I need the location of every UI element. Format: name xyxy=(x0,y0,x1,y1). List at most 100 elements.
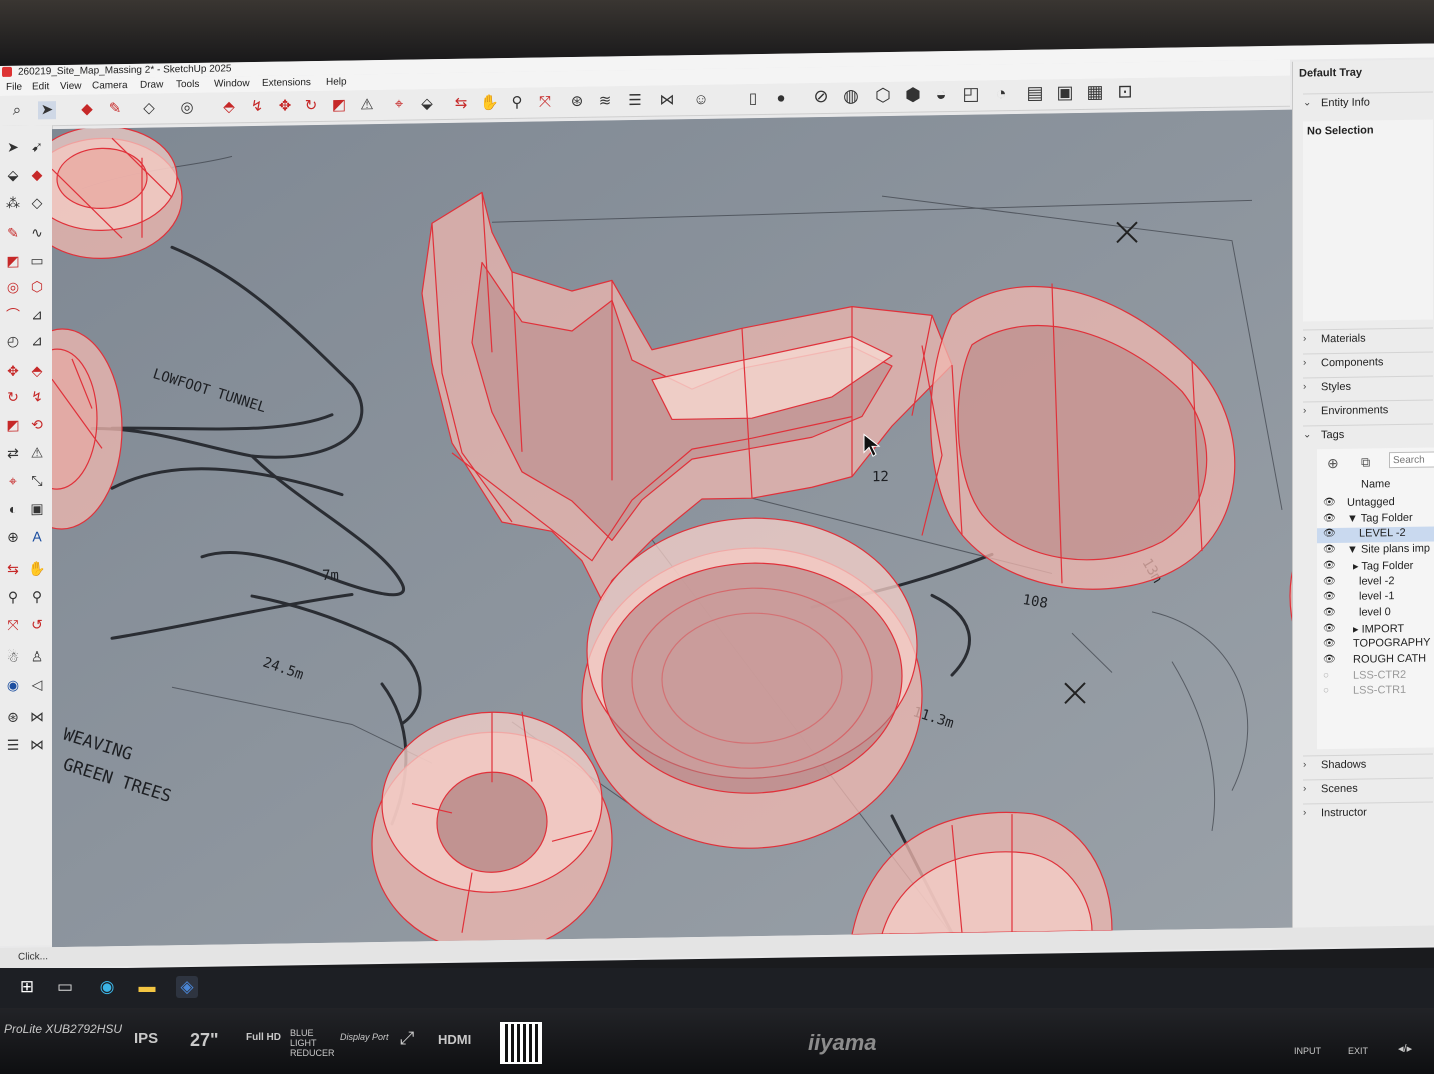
select-tool-icon[interactable]: ➤ xyxy=(4,138,22,156)
tag-search-input[interactable] xyxy=(1389,451,1434,469)
orbit-icon[interactable]: ⇆ xyxy=(452,95,470,113)
previous-view-icon[interactable]: ↺ xyxy=(28,615,46,633)
section-fill-icon[interactable]: ▣ xyxy=(1056,82,1074,102)
eraser-tool-icon[interactable]: ◆ xyxy=(28,165,46,183)
offset-icon[interactable]: ⚠ xyxy=(358,96,376,114)
panel-materials[interactable]: › Materials xyxy=(1303,327,1433,351)
style-shaded-icon[interactable]: ⬢ xyxy=(904,85,922,105)
style-hidden-line-icon[interactable]: ⬡ xyxy=(874,85,892,105)
rotate-icon[interactable]: ↻ xyxy=(302,97,320,115)
lock-icon[interactable]: ⊡ xyxy=(1116,81,1134,101)
3d-text-icon[interactable]: A xyxy=(28,527,46,545)
protractor-icon[interactable]: ◐ xyxy=(4,500,22,518)
pan-icon[interactable]: ✋ xyxy=(480,94,499,112)
offset-tool-icon[interactable]: ⟲ xyxy=(28,415,46,433)
circle-tool-icon[interactable]: ◎ xyxy=(4,278,22,296)
sandbox-icon[interactable]: ⋈ xyxy=(658,91,676,109)
zoom-extents-left-icon[interactable]: ⤧ xyxy=(4,616,22,634)
layers-left-icon[interactable]: ☰ xyxy=(4,736,22,754)
rectangle-icon[interactable]: ◇ xyxy=(140,100,158,118)
menu-extensions[interactable]: Extensions xyxy=(262,77,311,89)
scale-tool-icon[interactable]: ◩ xyxy=(4,416,22,434)
move-tool-icon[interactable]: ✥ xyxy=(4,362,22,380)
circle-icon[interactable]: ◎ xyxy=(178,99,196,117)
eye-hidden-icon[interactable]: ○ xyxy=(1323,670,1329,681)
walk-icon[interactable]: ♙ xyxy=(28,647,46,665)
eye-icon[interactable]: 👁 xyxy=(1323,528,1336,539)
panel-components[interactable]: › Components xyxy=(1303,351,1433,375)
tag-row[interactable]: 👁 level -2 xyxy=(1317,574,1434,591)
style-xray-icon[interactable]: ⊘ xyxy=(812,86,830,106)
eraser-icon[interactable]: ◆ xyxy=(78,100,96,118)
menu-edit[interactable]: Edit xyxy=(32,81,49,92)
flip-icon[interactable]: ⇄ xyxy=(4,444,22,462)
pushpull-tool-icon[interactable]: ⬘ xyxy=(28,361,46,379)
zoom-tool-icon[interactable]: ⚲ xyxy=(508,94,526,112)
menu-file[interactable]: File xyxy=(6,82,22,93)
followme-tool-icon[interactable]: ↯ xyxy=(28,387,46,405)
edge-browser-icon[interactable]: ◉ xyxy=(96,976,118,998)
eye-icon[interactable]: 👁 xyxy=(1323,560,1336,571)
sketchup-taskbar-icon[interactable]: ◈ xyxy=(176,976,198,998)
section-plane-icon[interactable]: ▤ xyxy=(1026,83,1044,103)
mass-cylinder-center[interactable] xyxy=(581,516,923,851)
monitor-input-button[interactable]: INPUT xyxy=(1294,1046,1321,1056)
lasso-icon[interactable]: ➹ xyxy=(28,137,46,155)
menu-tools[interactable]: Tools xyxy=(176,79,199,90)
eye-icon[interactable]: 👁 xyxy=(1323,544,1336,555)
zoom-window-icon[interactable]: ⚲ xyxy=(28,587,46,605)
zoom-extents-icon[interactable]: ⤧ xyxy=(536,93,554,111)
tag-row[interactable]: 👁 ROUGH CATH xyxy=(1317,652,1434,669)
eye-icon[interactable]: 👁 xyxy=(1323,654,1336,665)
freehand-icon[interactable]: ∿ xyxy=(28,223,46,241)
layers-icon[interactable]: ☰ xyxy=(626,92,644,110)
panel-styles[interactable]: › Styles xyxy=(1303,375,1433,399)
panel-tags[interactable]: ⌄ Tags xyxy=(1303,423,1433,447)
tag-row[interactable]: ○ LSS-CTR2 xyxy=(1317,668,1434,685)
eye-icon[interactable]: 👁 xyxy=(1323,591,1336,602)
add-tag-icon[interactable]: ⊕ xyxy=(1327,455,1339,472)
zoom-icon[interactable]: ⌕ xyxy=(8,102,26,120)
rotated-rect-icon[interactable]: ▭ xyxy=(28,251,46,269)
tape-measure-icon[interactable]: ⌖ xyxy=(390,96,408,114)
arc-3pt-icon[interactable]: ⊿ xyxy=(28,331,46,349)
warehouse-left-icon[interactable]: ⊛ xyxy=(4,708,22,726)
tag-row[interactable]: 👁 level -1 xyxy=(1317,590,1434,607)
mass-cylinder-bottomleft[interactable] xyxy=(371,710,613,948)
file-explorer-icon[interactable]: ▬ xyxy=(136,976,158,998)
section-cut-icon[interactable]: ◔ xyxy=(992,83,1010,103)
position-camera-icon[interactable]: ☃ xyxy=(4,648,22,666)
warning-icon[interactable]: ⚠ xyxy=(28,443,46,461)
eye-icon[interactable]: 👁 xyxy=(1323,607,1336,618)
scale-icon[interactable]: ◩ xyxy=(330,97,348,115)
menu-view[interactable]: View xyxy=(60,81,82,92)
eye-icon[interactable]: 👁 xyxy=(1323,638,1336,649)
tag-row[interactable]: 👁 ▼ Tag Folder xyxy=(1317,511,1434,528)
panel-entity-info[interactable]: ⌄ Entity Info xyxy=(1303,91,1433,115)
eye-icon[interactable]: 👁 xyxy=(1323,497,1336,508)
follow-me-icon[interactable]: ↯ xyxy=(248,98,266,116)
panel-shadows[interactable]: › Shadows xyxy=(1303,753,1433,777)
paint-icon[interactable]: ⬙ xyxy=(4,166,22,184)
arc-2pt-icon[interactable]: ⊿ xyxy=(28,305,46,323)
extension-left-icon[interactable]: ⋈ xyxy=(28,707,46,725)
text-tool-icon[interactable]: ▣ xyxy=(28,499,46,517)
component-icon[interactable]: ▦ xyxy=(1086,82,1104,102)
add-tag-folder-icon[interactable]: ⧉ xyxy=(1361,454,1370,470)
style-textured-icon[interactable]: ◒ xyxy=(932,84,950,104)
tag-row[interactable]: 👁 ▼ Site plans imp xyxy=(1317,543,1434,560)
panel-scenes[interactable]: › Scenes xyxy=(1303,777,1433,801)
windows-start-icon[interactable]: ⊞ xyxy=(16,976,38,998)
user-icon[interactable]: ● xyxy=(772,90,790,108)
account-icon[interactable]: ☺ xyxy=(692,91,710,109)
task-view-icon[interactable]: ▭ xyxy=(54,976,76,998)
eye-hidden-icon[interactable]: ○ xyxy=(1323,686,1329,697)
menu-window[interactable]: Window xyxy=(214,78,250,90)
tag-tool-icon[interactable]: ⁂ xyxy=(4,194,22,212)
style-wireframe-icon[interactable]: ◍ xyxy=(842,86,860,106)
polygon-tool-icon[interactable]: ⬡ xyxy=(28,277,46,295)
select-icon[interactable]: ➤ xyxy=(38,101,56,120)
extension-icon[interactable]: ≋ xyxy=(596,92,614,110)
tag-row[interactable]: 👁 ▸ Tag Folder xyxy=(1317,558,1434,575)
look-around-icon[interactable]: ◉ xyxy=(4,676,22,694)
